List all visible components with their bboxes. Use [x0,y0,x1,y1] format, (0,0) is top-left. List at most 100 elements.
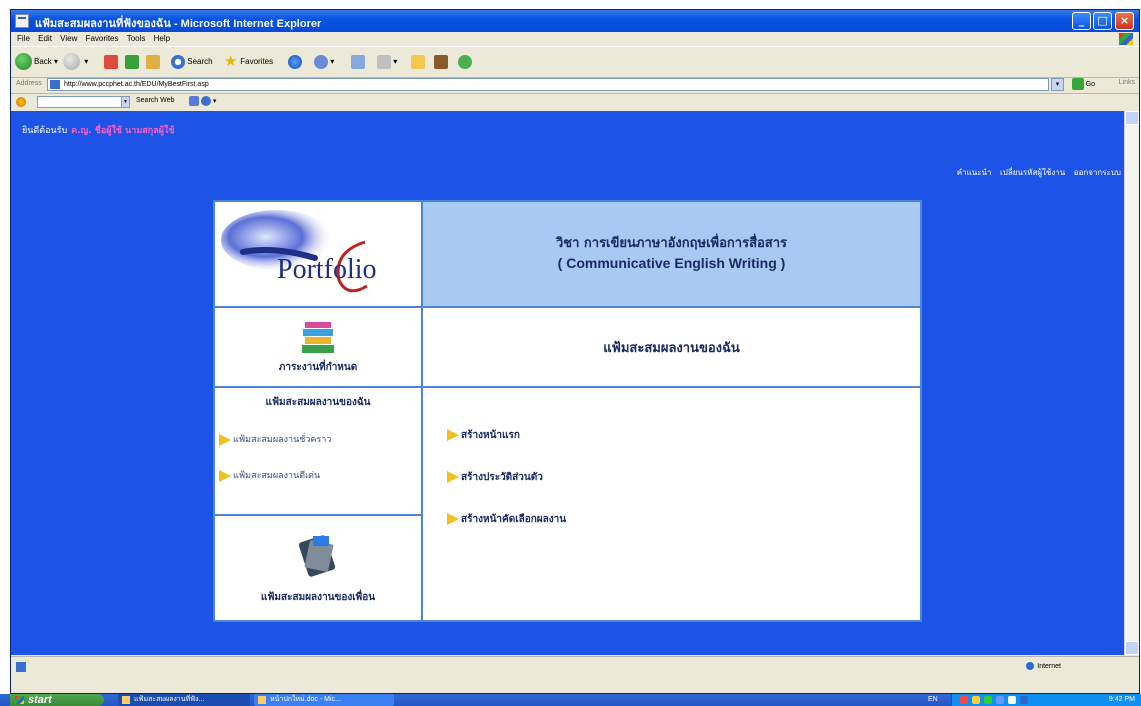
tray-icon[interactable] [972,696,980,704]
help-icon [200,96,211,106]
start-button[interactable]: start [10,694,104,706]
research-icon [434,54,448,69]
minimize-button[interactable]: _ [1072,12,1091,30]
address-dropdown[interactable]: ▾ [1051,78,1064,91]
course-header: วิชา การเขียนภาษาอังกฤษเพื่อการสื่อสาร (… [421,200,922,308]
yellow-arrow-icon [219,433,231,446]
menu-file[interactable]: File [17,32,30,45]
title-bar: แฟ้มสะสมผลงานที่ฟังของฉัน - Microsoft In… [11,10,1139,32]
yellow-arrow-icon [219,469,231,482]
taskbar-item-browser[interactable]: แฟ้มสะสมผลงานที่ฟัง... [118,694,250,706]
search-toolbar: ▾ Search Web ▾ [11,94,1139,112]
search-web-button[interactable]: Search Web [136,97,174,104]
globe-icon [1026,662,1035,670]
create-menu: สร้างหน้าแรก สร้างประวัติส่วนตัว สร้างหน… [421,386,922,622]
back-button[interactable]: Back ▾ [15,53,58,71]
address-label: Address [16,80,42,87]
scroll-down-button[interactable] [1125,641,1139,655]
help-link[interactable]: คำแนะนำ [957,168,992,177]
search-web-input[interactable] [37,96,129,108]
books-icon [302,321,334,353]
search-button[interactable]: Search [171,53,213,71]
create-profile-link[interactable]: สร้างประวัติส่วนตัว [423,470,920,485]
logout-link[interactable]: ออกจากระบบ [1074,168,1121,177]
tray-icon[interactable] [1008,696,1016,704]
top-links: คำแนะนำ เปลี่ยนรหัสผู้ใช้งาน ออกจากระบบ [951,166,1121,179]
menu-bar: File Edit View Favorites Tools Help [11,32,1139,45]
yellow-arrow-icon [447,471,459,483]
portfolio-table: Portfolio วิชา การเขียนภาษาอังกฤษเพื่อกา… [213,200,922,622]
friends-portfolio-cell[interactable]: แฟ้มสะสมผลงานของเพื่อน [213,514,423,622]
security-zone: Internet [1026,662,1061,670]
history-button[interactable]: ▾ [314,53,334,71]
change-password-link[interactable]: เปลี่ยนรหัสผู้ใช้งาน [1000,168,1065,177]
menu-favorites[interactable]: Favorites [86,32,119,45]
vertical-scrollbar[interactable] [1124,111,1139,655]
create-front-page-link[interactable]: สร้างหน้าแรก [423,428,920,443]
folder-icon [411,54,425,69]
address-bar: Address http://www.pccphet.ac.th/EDU/MyB… [11,77,1139,94]
assignment-label: ภาระงานที่กำหนด [278,361,358,373]
maximize-button[interactable]: □ [1093,12,1112,30]
address-input[interactable]: http://www.pccphet.ac.th/EDU/MyBestFirst… [47,78,1049,91]
assignment-cell[interactable]: ภาระงานที่กำหนด [213,306,423,388]
tray-icon[interactable] [996,696,1004,704]
portfolio-logo-graphic: Portfolio [221,210,377,293]
scroll-up-button[interactable] [1125,111,1139,125]
my-portfolio-header: แฟ้มสะสมผลงานของฉัน [265,397,371,408]
refresh-button[interactable] [125,53,139,71]
ie-page-icon [15,14,29,28]
home-button[interactable] [146,53,160,71]
menu-tools[interactable]: Tools [127,32,146,45]
media-button[interactable] [288,53,302,71]
stop-icon [104,54,118,69]
best-portfolio-link[interactable]: แฟ้มสะสมผลงานดีเด่น [215,468,421,482]
menu-edit[interactable]: Edit [38,32,52,45]
welcome-line: ยินดีต้อนรับ ด.ญ. ชื่อผู้ใช้ นามสกุลผู้ใช… [22,123,175,137]
forward-icon [63,53,80,71]
menu-help[interactable]: Help [154,32,170,45]
portfolio-logo-text: Portfolio [277,254,377,285]
address-url: http://www.pccphet.ac.th/EDU/MyBestFirst… [64,81,209,88]
menu-view[interactable]: View [60,32,77,45]
language-indicator[interactable]: EN [928,694,938,706]
back-icon [15,53,32,71]
clock: 9:42 PM [1108,696,1135,703]
welcome-text: ยินดีต้อนรับ [22,126,68,136]
refresh-icon [125,54,139,69]
close-button[interactable]: × [1115,12,1134,30]
system-tray: 9:42 PM [951,694,1141,706]
status-bar: Internet [11,656,1139,679]
print-icon [377,54,391,69]
links-button[interactable]: Links [1119,79,1135,86]
my-portfolio-menu: แฟ้มสะสมผลงานของฉัน แฟ้มสะสมผลงานชั่วครา… [213,386,423,516]
research-button[interactable] [434,53,448,71]
stop-button[interactable] [104,53,118,71]
friends-portfolio-label: แฟ้มสะสมผลงานของเพื่อน [260,591,376,603]
messenger-button[interactable] [458,53,472,71]
tray-icon[interactable] [984,696,992,704]
course-title-thai: วิชา การเขียนภาษาอังกฤษเพื่อการสื่อสาร [555,236,788,251]
tray-icon[interactable] [1020,696,1028,704]
search-toolbar-options[interactable]: ▾ [189,96,216,106]
portfolio-logo: Portfolio [213,200,423,308]
folder-button[interactable] [411,53,425,71]
taskbar-item-word[interactable]: หน้าปกใหม่.doc - Mic... [254,694,394,706]
create-selection-page-link[interactable]: สร้างหน้าคัดเลือกผลงาน [423,512,920,527]
search-icon [171,54,185,69]
tray-icon[interactable] [960,696,968,704]
forward-button[interactable]: ▾ [63,53,88,71]
search-web-dropdown[interactable]: ▾ [121,96,130,108]
print-button[interactable]: ▾ [377,53,397,71]
toolbar-logo-icon [16,97,26,107]
portfolio-binder-icon [298,534,336,577]
favorites-icon: ★ [224,52,238,70]
temporary-portfolio-link[interactable]: แฟ้มสะสมผลงานชั่วคราว [215,432,421,446]
window-title: แฟ้มสะสมผลงานที่ฟังของฉัน - Microsoft In… [35,18,322,30]
go-button[interactable]: Go [1071,78,1095,91]
yellow-arrow-icon [447,513,459,525]
my-portfolio-title: แฟ้มสะสมผลงานของฉัน [421,306,922,388]
favorites-button[interactable]: ★ Favorites [224,53,273,71]
mail-button[interactable] [351,53,365,71]
browser-window: แฟ้มสะสมผลงานที่ฟังของฉัน - Microsoft In… [10,9,1140,694]
